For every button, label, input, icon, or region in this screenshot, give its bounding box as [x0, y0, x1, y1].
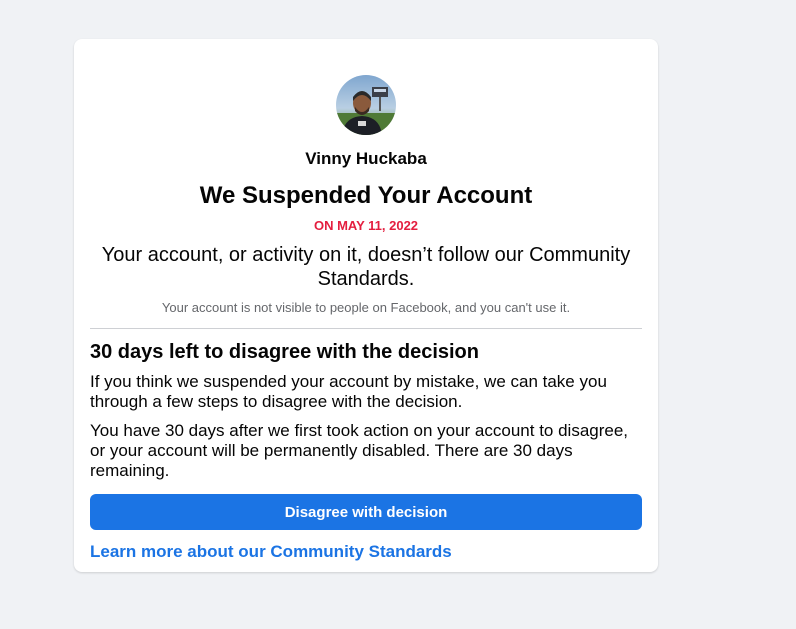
avatar	[336, 75, 396, 135]
profile-photo	[336, 75, 396, 135]
divider	[90, 328, 642, 329]
user-name: Vinny Huckaba	[305, 149, 427, 168]
suspension-card: Vinny Huckaba We Suspended Your Account …	[74, 39, 658, 572]
community-standards-link[interactable]: Learn more about our Community Standards	[90, 542, 642, 562]
suspension-reason: Your account, or activity on it, doesn’t…	[101, 244, 631, 290]
appeal-paragraph-1: If you think we suspended your account b…	[90, 372, 607, 411]
suspension-date: ON MAY 11, 2022	[313, 218, 419, 233]
visibility-note: Your account is not visible to people on…	[161, 300, 571, 315]
page-title: We Suspended Your Account	[199, 182, 533, 209]
disagree-button[interactable]: Disagree with decision	[90, 494, 642, 530]
appeal-heading: 30 days left to disagree with the decisi…	[90, 341, 479, 363]
appeal-paragraph-2: You have 30 days after we first took act…	[90, 421, 629, 480]
